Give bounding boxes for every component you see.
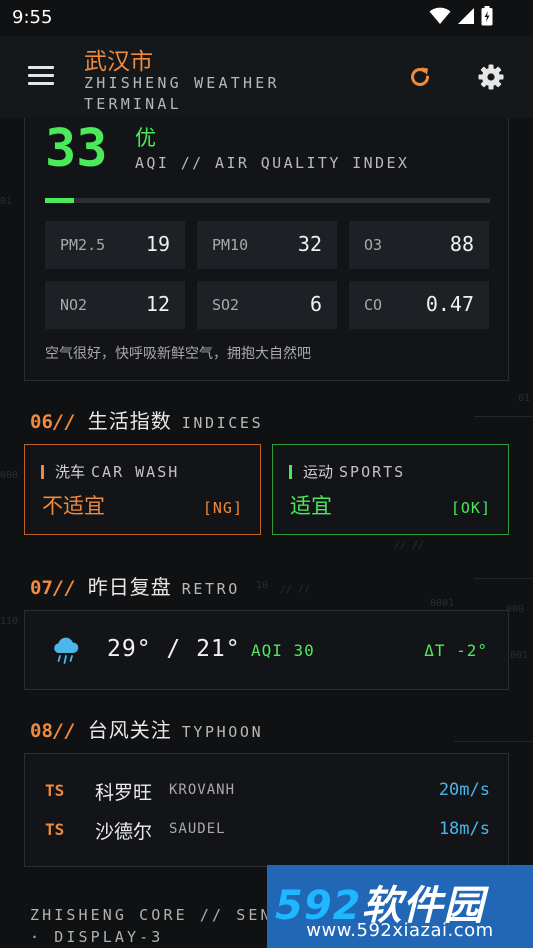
index-title: 洗车 CAR WASH bbox=[55, 461, 179, 482]
index-title-zh: 运动 bbox=[303, 463, 334, 481]
pollutant-value: 32 bbox=[297, 232, 322, 256]
section-title-zh: 生活指数 bbox=[87, 409, 172, 433]
typhoon-name-zh: 沙德尔 bbox=[95, 821, 153, 843]
typhoon-category: TS bbox=[45, 820, 65, 839]
index-card-car-wash[interactable]: 洗车 CAR WASH 不适宜 [NG] bbox=[24, 444, 261, 535]
decor-text: 001 bbox=[510, 650, 529, 661]
pollutant-pm10: PM10 32 bbox=[197, 221, 337, 269]
city-name[interactable]: 武汉市 bbox=[84, 42, 153, 76]
index-marker bbox=[289, 465, 292, 479]
typhoon-wind-speed: 20m/s bbox=[438, 780, 490, 800]
status-bar: 9:55 bbox=[0, 0, 533, 36]
typhoon-name-en: KROVANH bbox=[169, 782, 236, 798]
pollutant-so2: SO2 6 bbox=[197, 281, 337, 329]
app-header: 武汉市 ZHISHENG WEATHER TERMINAL bbox=[0, 36, 533, 118]
decor-text: 110 bbox=[0, 616, 19, 627]
index-tag: [OK] bbox=[450, 499, 491, 517]
footer-line-1: ZHISHENG CORE // SEN bbox=[30, 906, 273, 924]
aqi-value: 33 bbox=[45, 119, 108, 179]
section-slash: // bbox=[52, 720, 76, 742]
retro-temp-delta: ΔT -2° bbox=[424, 641, 488, 660]
pollutant-pm25: PM2.5 19 bbox=[45, 221, 185, 269]
section-number: 08 bbox=[30, 720, 53, 742]
index-title-en: CAR WASH bbox=[91, 463, 180, 481]
typhoon-card: TS 科罗旺 KROVANH 20m/s TS 沙德尔 SAUDEL 18m/s bbox=[24, 753, 509, 867]
section-slash: // bbox=[52, 411, 76, 433]
pollutant-value: 88 bbox=[449, 232, 474, 256]
index-marker bbox=[41, 465, 44, 479]
rain-cloud-icon bbox=[54, 637, 79, 664]
section-number: 07 bbox=[30, 577, 53, 599]
section-slash: // bbox=[52, 577, 76, 599]
app-subtitle: ZHISHENG WEATHER TERMINAL bbox=[84, 74, 280, 113]
aqi-progress-bar bbox=[45, 198, 490, 203]
status-icons bbox=[429, 6, 493, 26]
section-title-en: TYPHOON bbox=[181, 723, 264, 741]
index-title-en: SPORTS bbox=[339, 463, 406, 481]
decor-line bbox=[474, 416, 533, 417]
battery-icon bbox=[481, 6, 493, 26]
decor-text: // // bbox=[280, 584, 311, 595]
clock: 9:55 bbox=[12, 7, 53, 28]
index-status: 不适宜 bbox=[42, 494, 105, 518]
typhoon-name-zh: 科罗旺 bbox=[95, 782, 153, 804]
decor-line bbox=[474, 578, 533, 579]
section-title-en: RETRO bbox=[181, 580, 240, 598]
pollutant-o3: O3 88 bbox=[349, 221, 489, 269]
pollutant-name: PM10 bbox=[212, 236, 249, 254]
signal-icon bbox=[458, 8, 474, 24]
decor-text: 01 bbox=[0, 196, 13, 207]
section-title-zh: 昨日复盘 bbox=[87, 575, 172, 599]
aqi-card: 33 优 AQI // AIR QUALITY INDEX PM2.5 19 P… bbox=[24, 118, 509, 381]
pollutant-name: CO bbox=[364, 296, 383, 314]
section-title-indices: 06 // 生活指数 INDICES bbox=[30, 405, 263, 434]
decor-line bbox=[454, 741, 533, 742]
index-title: 运动 SPORTS bbox=[303, 461, 405, 482]
pollutant-name: SO2 bbox=[212, 296, 240, 314]
pollutant-no2: NO2 12 bbox=[45, 281, 185, 329]
typhoon-row[interactable]: TS 沙德尔 SAUDEL 18m/s bbox=[25, 815, 510, 845]
typhoon-name-en: SAUDEL bbox=[169, 821, 226, 837]
aqi-level: 优 bbox=[135, 126, 156, 150]
wifi-icon bbox=[429, 7, 451, 24]
retro-card: 29° / 21° AQI 30 ΔT -2° bbox=[24, 610, 509, 690]
index-title-zh: 洗车 bbox=[55, 463, 86, 481]
menu-icon[interactable] bbox=[28, 66, 54, 86]
footer-line-2: · DISPLAY-3 bbox=[30, 928, 164, 946]
watermark: 592软件园 www.592xiazai.com bbox=[267, 865, 533, 948]
gear-icon[interactable] bbox=[478, 64, 504, 90]
index-card-sports[interactable]: 运动 SPORTS 适宜 [OK] bbox=[272, 444, 509, 535]
aqi-progress-fill bbox=[45, 198, 75, 203]
section-title-retro: 07 // 昨日复盘 RETRO bbox=[30, 571, 240, 600]
pollutant-name: NO2 bbox=[60, 296, 88, 314]
section-title-en: INDICES bbox=[181, 414, 264, 432]
decor-text: 01 bbox=[518, 393, 531, 404]
section-title-typhoon: 08 // 台风关注 TYPHOON bbox=[30, 714, 263, 743]
index-tag: [NG] bbox=[202, 499, 243, 517]
decor-text: 000 bbox=[0, 470, 19, 481]
aqi-label: AQI // AIR QUALITY INDEX bbox=[135, 154, 410, 172]
aqi-advice: 空气很好，快呼吸新鲜空气，拥抱大自然吧 bbox=[45, 346, 311, 362]
decor-text: 0001 bbox=[430, 598, 455, 609]
pollutant-value: 0.47 bbox=[425, 292, 474, 316]
watermark-url: www.592xiazai.com bbox=[306, 920, 494, 941]
decor-text: // // bbox=[394, 540, 425, 551]
section-title-zh: 台风关注 bbox=[87, 718, 172, 742]
decor-text: 10 bbox=[256, 580, 269, 591]
pollutant-name: PM2.5 bbox=[60, 236, 106, 254]
footer-text: ZHISHENG CORE // SEN · DISPLAY-3 bbox=[30, 904, 273, 948]
section-number: 06 bbox=[30, 411, 53, 433]
pollutant-value: 12 bbox=[145, 292, 170, 316]
typhoon-wind-speed: 18m/s bbox=[438, 819, 490, 839]
pollutant-name: O3 bbox=[364, 236, 383, 254]
typhoon-category: TS bbox=[45, 781, 65, 800]
index-status: 适宜 bbox=[290, 494, 332, 518]
typhoon-row[interactable]: TS 科罗旺 KROVANH 20m/s bbox=[25, 776, 510, 806]
pollutant-value: 19 bbox=[145, 232, 170, 256]
refresh-icon[interactable] bbox=[407, 64, 433, 90]
pollutant-value: 6 bbox=[309, 292, 322, 316]
pollutant-co: CO 0.47 bbox=[349, 281, 489, 329]
retro-aqi: AQI 30 bbox=[251, 641, 315, 660]
retro-temperatures: 29° / 21° bbox=[107, 636, 241, 662]
